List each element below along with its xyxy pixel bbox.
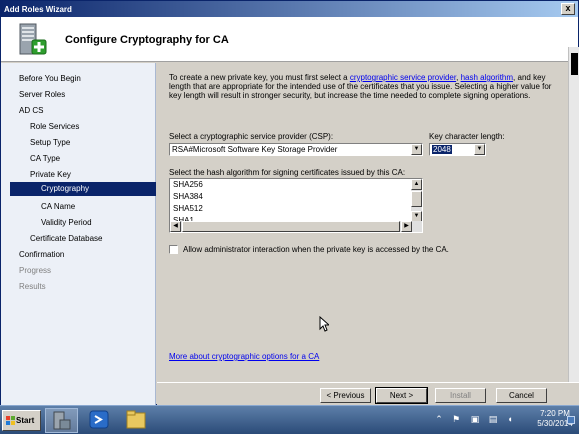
system-tray: ⌃ ⚑ ▣ ▤ ◖ 7:20 PM 5/30/2014: [425, 406, 579, 434]
add-roles-wizard-window: Add Roles Wizard x Configure Cryptograph…: [0, 0, 579, 406]
window-title: Add Roles Wizard: [4, 4, 72, 14]
taskbar: Start ⌃ ⚑ ▣ ▤ ◖ 7:20 PM 5/30/2014: [0, 405, 579, 434]
chevron-down-icon[interactable]: ▼: [411, 144, 422, 155]
scroll-right-icon[interactable]: ▶: [401, 221, 412, 232]
csp-dropdown[interactable]: RSA#Microsoft Software Key Storage Provi…: [169, 143, 423, 156]
vertical-scrollbar[interactable]: ▲ ▼: [411, 179, 422, 222]
list-item[interactable]: SHA256: [170, 179, 422, 191]
csp-link[interactable]: cryptographic service provider: [350, 73, 456, 82]
show-desktop-icon[interactable]: [567, 416, 575, 424]
key-length-label: Key character length:: [429, 132, 505, 141]
key-length-dropdown[interactable]: 2048 ▼: [429, 143, 486, 156]
start-label: Start: [16, 416, 35, 425]
start-button[interactable]: Start: [2, 410, 41, 431]
horizontal-scrollbar[interactable]: ◀ ▶: [170, 221, 422, 232]
wizard-header: Configure Cryptography for CA: [1, 17, 578, 62]
cancel-button[interactable]: Cancel: [496, 388, 547, 403]
csp-value: RSA#Microsoft Software Key Storage Provi…: [172, 145, 338, 154]
wizard-content: To create a new private key, you must fi…: [157, 63, 566, 382]
step-progress: Progress: [19, 266, 52, 275]
main-scrollbar[interactable]: [568, 47, 579, 382]
csp-label: Select a cryptographic service provider …: [169, 132, 334, 141]
step-server-roles[interactable]: Server Roles: [19, 88, 65, 102]
step-ca-type[interactable]: CA Type: [30, 152, 60, 166]
scroll-thumb[interactable]: [411, 191, 422, 207]
step-cryptography[interactable]: Cryptography: [10, 182, 156, 196]
wizard-steps-pane: Before You Begin Server Roles AD CS Role…: [1, 63, 156, 406]
step-validity-period[interactable]: Validity Period: [41, 216, 92, 230]
volume-icon[interactable]: ◖: [505, 414, 515, 424]
step-confirmation[interactable]: Confirmation: [19, 248, 64, 262]
step-private-key[interactable]: Private Key: [30, 168, 71, 182]
action-center-flag-icon[interactable]: ⚑: [451, 414, 461, 424]
hash-label: Select the hash algorithm for signing ce…: [169, 168, 406, 177]
list-item[interactable]: SHA384: [170, 191, 422, 203]
step-setup-type[interactable]: Setup Type: [30, 136, 70, 150]
page-title: Configure Cryptography for CA: [65, 34, 229, 46]
step-role-services[interactable]: Role Services: [30, 120, 79, 134]
scroll-left-icon[interactable]: ◀: [170, 221, 181, 232]
title-bar[interactable]: Add Roles Wizard x: [1, 1, 578, 17]
hash-algorithm-list[interactable]: SHA256 SHA384 SHA512 SHA1 ▲ ▼ ◀ ▶: [169, 178, 423, 233]
key-length-value: 2048: [432, 145, 452, 154]
admin-interaction-label[interactable]: Allow administrator interaction when the…: [183, 245, 449, 254]
step-before-you-begin[interactable]: Before You Begin: [19, 72, 81, 86]
scroll-up-icon[interactable]: ▲: [411, 179, 422, 190]
previous-button[interactable]: < Previous: [320, 388, 371, 403]
chevron-down-icon[interactable]: ▼: [474, 144, 485, 155]
button-bar: < Previous Next > Install Cancel: [157, 382, 579, 406]
show-hidden-icons-icon[interactable]: ⌃: [434, 414, 444, 424]
admin-interaction-checkbox[interactable]: [169, 245, 178, 254]
intro-part1: To create a new private key, you must fi…: [169, 73, 350, 82]
step-ad-cs[interactable]: AD CS: [19, 104, 43, 118]
hash-algorithm-link[interactable]: hash algorithm: [461, 73, 513, 82]
server-manager-tray-icon[interactable]: ▤: [488, 414, 498, 424]
scroll-thumb[interactable]: [182, 221, 400, 232]
mouse-cursor-icon: [319, 316, 329, 332]
more-cryptographic-options-link[interactable]: More about cryptographic options for a C…: [169, 352, 319, 361]
close-button[interactable]: x: [561, 3, 575, 15]
server-manager-taskbar-icon[interactable]: [45, 408, 78, 433]
windows-logo-icon: [6, 416, 15, 425]
next-button[interactable]: Next >: [375, 387, 428, 404]
step-certificate-database[interactable]: Certificate Database: [30, 232, 102, 246]
install-button: Install: [435, 388, 486, 403]
intro-text: To create a new private key, you must fi…: [169, 73, 553, 100]
explorer-taskbar-icon[interactable]: [120, 408, 153, 433]
network-icon[interactable]: ▣: [470, 414, 480, 424]
server-add-icon: [19, 23, 47, 55]
list-item[interactable]: SHA512: [170, 203, 422, 215]
step-ca-name[interactable]: CA Name: [41, 200, 75, 214]
powershell-taskbar-icon[interactable]: [83, 408, 116, 433]
scroll-thumb[interactable]: [571, 53, 578, 75]
admin-interaction-row[interactable]: Allow administrator interaction when the…: [169, 245, 449, 254]
step-results: Results: [19, 282, 46, 291]
